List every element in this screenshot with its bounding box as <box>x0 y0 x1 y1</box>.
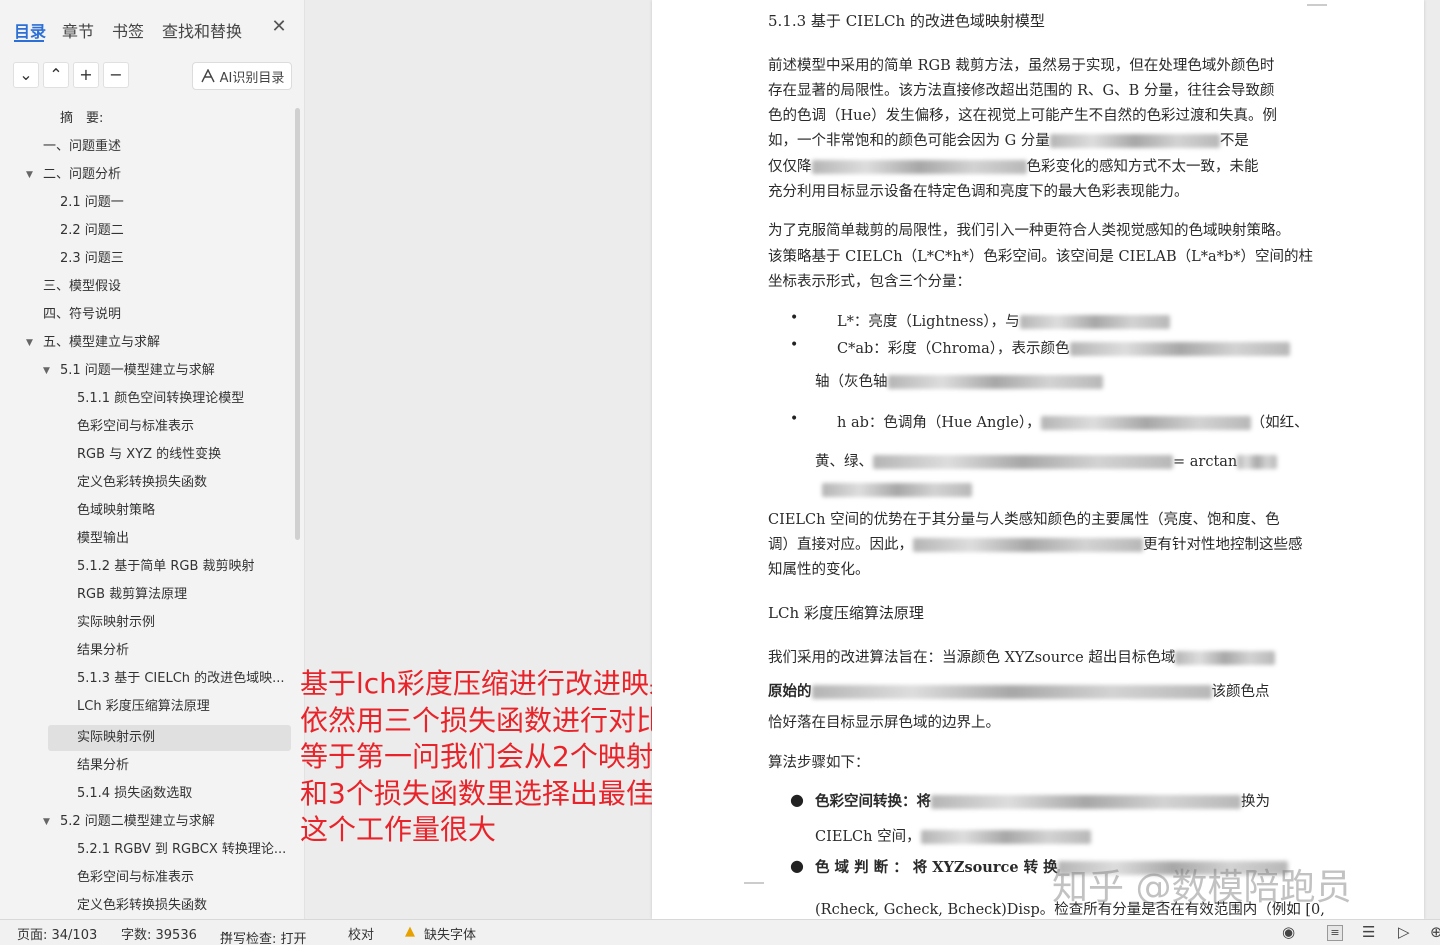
toc-item[interactable]: ▼ 5.2 问题二模型建立与求解 <box>43 809 215 835</box>
toc-item[interactable]: 一、问题重述 <box>43 134 121 160</box>
page-view-icon[interactable]: ≡ <box>1327 925 1343 941</box>
toc-item[interactable]: 模型输出 <box>77 526 129 552</box>
toc-item[interactable]: ▼ 二、问题分析 <box>26 162 121 188</box>
paragraph-line: 恰好落在目标显示屏色域的边界上。 <box>768 715 1000 731</box>
toc-item[interactable]: 色域映射策略 <box>77 498 155 524</box>
bullet-continuation: CIELCh 空间， <box>815 825 1091 846</box>
add-icon[interactable]: + <box>73 62 99 88</box>
bullet-dot: ● <box>790 790 804 809</box>
bullet-item: h ab：色调角（Hue Angle）， （如红、 <box>837 415 1309 431</box>
chevron-up-icon[interactable]: ⌃ <box>43 62 69 88</box>
spell-check-toggle[interactable]: 拼写检查: 打开 ⌄ <box>220 924 307 945</box>
paragraph-line: 存在显著的局限性。该方法直接修改超出范围的 R、G、B 分量，往往会导致颜 <box>768 83 1275 99</box>
paragraph-line: 仅仅降 色彩变化的感知方式不太一致，未能 <box>768 159 1259 175</box>
proofread-button[interactable]: 校对 <box>348 924 374 943</box>
page-corner-mark <box>1307 4 1327 6</box>
bullet-dot: ● <box>790 856 804 875</box>
tab-toc[interactable]: 目录 <box>14 18 46 42</box>
paragraph-line: 调）直接对应。因此， 更有针对性地控制这些感 <box>768 537 1303 553</box>
paragraph-line: 该策略基于 CIELCh（L*C*h*）色彩空间。该空间是 CIELAB（L*a… <box>768 249 1313 265</box>
status-bar: 页面: 34/103 字数: 39536 拼写检查: 打开 ⌄ 校对 ▲ 缺失字… <box>0 919 1440 945</box>
paragraph-line: CIELCh 空间的优势在于其分量与人类感知颜色的主要属性（亮度、饱和度、色 <box>768 512 1280 528</box>
toc-item[interactable]: 2.3 问题三 <box>60 246 124 272</box>
bullet-continuation <box>822 482 972 498</box>
bullet-item: 色彩空间转换：将 换为 <box>815 793 1270 810</box>
paragraph-line: 色的色调（Hue）发生偏移，这在视觉上可能产生不自然的色彩过渡和失真。例 <box>768 108 1278 124</box>
chevron-down-icon[interactable]: ⌄ <box>13 62 39 88</box>
paragraph-line: 坐标表示形式，包含三个分量： <box>768 274 971 290</box>
toc-item[interactable]: 色彩空间与标准表示 <box>77 414 194 440</box>
toc-item[interactable]: ▼ 5.1 问题一模型建立与求解 <box>43 358 215 384</box>
bullet-dot: • <box>790 411 799 427</box>
toc-scrollbar[interactable] <box>295 108 300 540</box>
expand-arrow-icon[interactable]: ▼ <box>26 162 33 188</box>
toc-item[interactable]: 色彩空间与标准表示 <box>77 865 194 891</box>
paragraph-line: 知属性的变化。 <box>768 562 870 578</box>
bullet-dot: • <box>790 310 799 326</box>
warning-icon: ▲ <box>405 924 415 939</box>
globe-icon[interactable]: ⊕ <box>1430 923 1440 941</box>
word-count[interactable]: 字数: 39536 <box>121 924 197 943</box>
toc-item[interactable]: 定义色彩转换损失函数 <box>77 470 207 496</box>
toc-item[interactable]: 定义色彩转换损失函数 <box>77 893 207 919</box>
active-tab-indicator <box>14 40 44 42</box>
page-corner-mark <box>744 882 764 884</box>
tab-find-replace[interactable]: 查找和替换 <box>162 18 242 42</box>
toc-item[interactable]: 结果分析 <box>77 638 129 664</box>
toc-item[interactable]: RGB 裁剪算法原理 <box>77 582 187 608</box>
close-icon[interactable]: ✕ <box>270 16 288 38</box>
toc-item[interactable]: LCh 彩度压缩算法原理 <box>77 694 210 720</box>
toc-item[interactable]: 三、模型假设 <box>43 274 121 300</box>
toc-item-selected[interactable]: 实际映射示例 <box>77 725 155 751</box>
page-counter[interactable]: 页面: 34/103 <box>17 924 97 943</box>
tab-bookmarks[interactable]: 书签 <box>112 18 144 42</box>
expand-arrow-icon[interactable]: ▼ <box>43 809 50 835</box>
eye-icon[interactable]: ◉ <box>1282 923 1295 941</box>
tab-chapters[interactable]: 章节 <box>62 18 94 42</box>
toc-item[interactable]: 5.1.1 颜色空间转换理论模型 <box>77 386 244 412</box>
paragraph-line: 原始的 该颜色点 <box>768 683 1270 700</box>
toc-item[interactable]: 2.2 问题二 <box>60 218 124 244</box>
paragraph-line: 充分利用目标显示设备在特定色调和亮度下的最大色彩表现能力。 <box>768 184 1189 200</box>
toc-item[interactable]: 结果分析 <box>77 753 129 779</box>
bullet-continuation: 黄、绿、 = arctan <box>815 450 1278 471</box>
toc-item[interactable]: 摘 要: <box>60 106 103 132</box>
toc-item[interactable]: ▼ 五、模型建立与求解 <box>26 330 160 356</box>
toc-item[interactable]: RGB 与 XYZ 的线性变换 <box>77 442 221 468</box>
expand-arrow-icon[interactable]: ▼ <box>26 330 33 356</box>
toc-toolbar: ⌄ ⌃ + − AI识别目录 <box>0 60 305 92</box>
ai-recognize-toc-button[interactable]: AI识别目录 <box>192 62 292 90</box>
sidebar-tabs: 目录 章节 书签 查找和替换 ✕ <box>0 0 305 52</box>
paragraph-line: 我们采用的改进算法旨在：当源颜色 XYZsource 超出目标色域 <box>768 646 1276 667</box>
toc-item[interactable]: 四、符号说明 <box>43 302 121 328</box>
toc-item[interactable]: 实际映射示例 <box>77 610 155 636</box>
bullet-item: C*ab：彩度（Chroma），表示颜色 <box>837 337 1290 358</box>
paragraph-line: 为了克服简单裁剪的局限性，我们引入一种更符合人类视觉感知的色域映射策略。 <box>768 223 1290 239</box>
watermark: 知乎 @数模陪跑员 <box>1052 867 1352 908</box>
bullet-dot: • <box>790 337 799 353</box>
bullet-item: L*：亮度（Lightness），与 <box>837 310 1170 331</box>
outline-view-icon[interactable]: ☰ <box>1362 923 1375 941</box>
play-icon[interactable]: ▷ <box>1398 923 1410 941</box>
document-page[interactable]: 5.1.3 基于 CIELCh 的改进色域映射模型 前述模型中采用的简单 RGB… <box>652 0 1424 919</box>
ai-button-label: AI识别目录 <box>219 70 285 86</box>
toc-sidebar: 目录 章节 书签 查找和替换 ✕ ⌄ ⌃ + − AI识别目录 摘 要: 一、问… <box>0 0 305 919</box>
missing-font-button[interactable]: 缺失字体 <box>424 924 476 943</box>
toc-item[interactable]: 5.1.2 基于简单 RGB 裁剪映射 <box>77 554 255 580</box>
remove-icon[interactable]: − <box>103 62 129 88</box>
paragraph-line: 如，一个非常饱和的颜色可能会因为 G 分量 不是 <box>768 133 1249 149</box>
paragraph-line: 前述模型中采用的简单 RGB 裁剪方法，虽然易于实现，但在处理色域外颜色时 <box>768 58 1275 74</box>
expand-arrow-icon[interactable]: ▼ <box>43 358 50 384</box>
toc-item[interactable]: 2.1 问题一 <box>60 190 124 216</box>
toc-item[interactable]: 5.1.3 基于 CIELCh 的改进色域映... <box>77 666 285 692</box>
toc-item[interactable]: 5.2.1 RGBV 到 RGBCX 转换理论... <box>77 837 286 863</box>
subsection-heading: LCh 彩度压缩算法原理 <box>768 604 924 622</box>
section-heading: 5.1.3 基于 CIELCh 的改进色域映射模型 <box>768 12 1045 30</box>
paragraph-line: 算法步骤如下： <box>768 755 870 771</box>
ai-icon <box>200 69 215 83</box>
toc-item[interactable]: 5.1.4 损失函数选取 <box>77 781 192 807</box>
bullet-continuation: 轴（灰色轴 <box>815 370 1103 391</box>
